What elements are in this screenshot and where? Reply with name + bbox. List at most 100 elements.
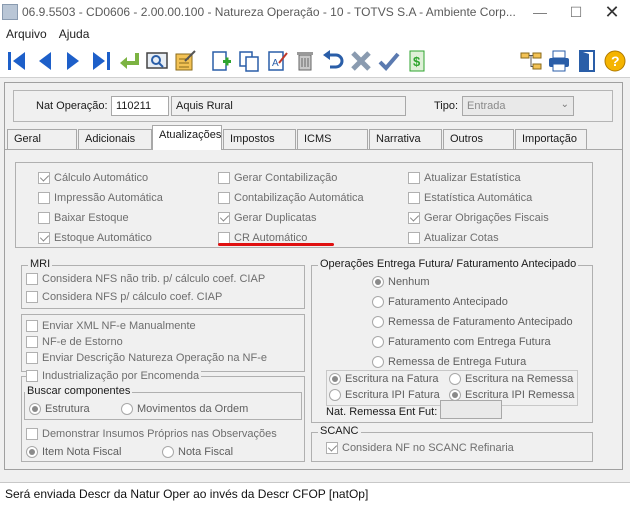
edit-record-icon[interactable]: A <box>264 48 290 74</box>
tab-impostos[interactable]: Impostos <box>223 129 296 149</box>
considera-nfs-checkbox[interactable]: Considera NFS p/ cálculo coef. CIAP <box>26 291 222 303</box>
buscar-componentes-title: Buscar componentes <box>25 385 133 397</box>
previous-record-icon[interactable] <box>32 48 58 74</box>
tab-geral[interactable]: Geral <box>7 129 77 149</box>
atualizar-estatistica-checkbox[interactable]: Atualizar Estatística <box>408 172 521 184</box>
nat-operacao-label: Nat Operação: <box>36 100 108 112</box>
minimize-icon[interactable]: — <box>522 0 558 24</box>
radio-dot <box>29 403 41 415</box>
gerar-contabilizacao-checkbox[interactable]: Gerar Contabilização <box>218 172 337 184</box>
estrutura-radio[interactable]: Estrutura <box>29 403 90 415</box>
faturamento-entrega-futura-radio[interactable]: Faturamento com Entrega Futura <box>372 336 551 348</box>
nenhum-radio[interactable]: Nenhum <box>372 276 430 288</box>
demonstrar-insumos-checkbox[interactable]: Demonstrar Insumos Próprios nas Observaç… <box>26 428 277 440</box>
mri-group: MRI Considera NFS não trib. p/ cálculo c… <box>21 258 305 309</box>
checkbox-box <box>26 336 38 348</box>
list-icon[interactable] <box>172 48 198 74</box>
checkbox-box <box>26 428 38 440</box>
exit-icon[interactable] <box>574 48 600 74</box>
tab-outros[interactable]: Outros <box>443 129 514 149</box>
radio-dot <box>372 356 384 368</box>
checkbox-box <box>38 232 50 244</box>
contabilizacao-automatica-checkbox[interactable]: Contabilização Automática <box>218 192 364 204</box>
maximize-icon[interactable]: ☐ <box>558 0 594 24</box>
svg-text:$: $ <box>413 54 421 69</box>
nat-remessa-input[interactable] <box>440 400 502 419</box>
enviar-descricao-natureza-checkbox[interactable]: Enviar Descrição Natureza Operação na NF… <box>26 352 267 364</box>
radio-dot <box>162 446 174 458</box>
tab-atualizacoes[interactable]: Atualizações <box>152 125 222 150</box>
tab-narrativa[interactable]: Narrativa <box>369 129 442 149</box>
title-bar: 06.9.5503 - CD0606 - 2.00.00.100 - Natur… <box>0 0 630 24</box>
menu-ajuda[interactable]: Ajuda <box>53 27 96 41</box>
header-group: Nat Operação: 110211 Aquis Rural Tipo: E… <box>13 90 613 122</box>
escritura-fatura-radio[interactable]: Escritura na Fatura <box>329 373 439 385</box>
nota-fiscal-radio[interactable]: Nota Fiscal <box>162 446 233 458</box>
nat-operacao-code-input[interactable]: 110211 <box>111 96 169 116</box>
considera-nf-scanc-checkbox[interactable]: Considera NF no SCANC Refinaria <box>326 442 514 454</box>
checkbox-box <box>218 212 230 224</box>
copy-record-icon[interactable] <box>236 48 262 74</box>
confirm-icon[interactable] <box>376 48 402 74</box>
calculo-automatico-checkbox[interactable]: Cálculo Automático <box>38 172 148 184</box>
print-icon[interactable] <box>546 48 572 74</box>
tab-importacao[interactable]: Importação <box>515 129 587 149</box>
tab-panel-atualizacoes: Cálculo Automático Impressão Automática … <box>5 149 622 469</box>
enviar-xml-nfe-checkbox[interactable]: Enviar XML NF-e Manualmente <box>26 320 196 332</box>
undo-icon[interactable] <box>320 48 346 74</box>
movimentos-ordem-radio[interactable]: Movimentos da Ordem <box>121 403 248 415</box>
first-record-icon[interactable] <box>4 48 30 74</box>
radio-dot <box>449 373 461 385</box>
faturamento-antecipado-radio[interactable]: Faturamento Antecipado <box>372 296 508 308</box>
tab-adicionais[interactable]: Adicionais <box>78 129 152 149</box>
chevron-down-icon: ⌄ <box>560 99 569 110</box>
escritura-ipi-fatura-radio[interactable]: Escritura IPI Fatura <box>329 389 440 401</box>
nfe-group: Enviar XML NF-e Manualmente NF-e de Esto… <box>21 314 305 372</box>
gerar-obrigacoes-fiscais-checkbox[interactable]: Gerar Obrigações Fiscais <box>408 212 549 224</box>
next-record-icon[interactable] <box>60 48 86 74</box>
entrega-futura-group: Operações Entrega Futura/ Faturamento An… <box>311 258 593 423</box>
tipo-select[interactable]: Entrada ⌄ <box>462 96 574 116</box>
currency-icon[interactable]: $ <box>404 48 430 74</box>
atualizar-cotas-checkbox[interactable]: Atualizar Cotas <box>408 232 499 244</box>
menu-bar: Arquivo Ajuda <box>0 24 630 44</box>
cancel-icon[interactable] <box>348 48 374 74</box>
remessa-faturamento-antecipado-radio[interactable]: Remessa de Faturamento Antecipado <box>372 316 573 328</box>
help-icon[interactable]: ? <box>602 48 628 74</box>
radio-dot <box>372 316 384 328</box>
radio-dot <box>121 403 133 415</box>
remessa-entrega-futura-radio[interactable]: Remessa de Entrega Futura <box>372 356 526 368</box>
tipo-label: Tipo: <box>434 100 459 112</box>
checkbox-box <box>26 320 38 332</box>
tab-icms[interactable]: ICMS <box>297 129 368 149</box>
checkbox-box <box>38 212 50 224</box>
entrega-futura-title: Operações Entrega Futura/ Faturamento An… <box>318 258 579 270</box>
nat-operacao-desc-input: Aquis Rural <box>171 96 406 116</box>
tree-icon[interactable] <box>518 48 544 74</box>
considera-nfs-nao-trib-checkbox[interactable]: Considera NFS não trib. p/ cálculo coef.… <box>26 273 265 285</box>
item-nota-fiscal-radio[interactable]: Item Nota Fiscal <box>26 446 121 458</box>
last-record-icon[interactable] <box>88 48 114 74</box>
search-icon[interactable] <box>144 48 170 74</box>
radio-dot <box>372 336 384 348</box>
new-record-icon[interactable] <box>208 48 234 74</box>
estatistica-automatica-checkbox[interactable]: Estatística Automática <box>408 192 532 204</box>
app-icon <box>2 4 18 20</box>
escritura-remessa-radio[interactable]: Escritura na Remessa <box>449 373 573 385</box>
industrializacao-encomenda-checkbox[interactable]: Industrialização por Encomenda <box>26 370 202 382</box>
checkbox-box <box>408 212 420 224</box>
nfe-estorno-checkbox[interactable]: NF-e de Estorno <box>26 336 123 348</box>
svg-text:A: A <box>272 58 279 69</box>
main-frame: Nat Operação: 110211 Aquis Rural Tipo: E… <box>4 82 623 470</box>
close-icon[interactable]: ✕ <box>594 0 630 24</box>
delete-icon[interactable] <box>292 48 318 74</box>
baixar-estoque-checkbox[interactable]: Baixar Estoque <box>38 212 129 224</box>
checkbox-box <box>26 352 38 364</box>
impressao-automatica-checkbox[interactable]: Impressão Automática <box>38 192 163 204</box>
atualizacoes-group: Cálculo Automático Impressão Automática … <box>15 162 593 248</box>
menu-arquivo[interactable]: Arquivo <box>0 27 53 41</box>
estoque-automatico-checkbox[interactable]: Estoque Automático <box>38 232 152 244</box>
goto-icon[interactable] <box>116 48 142 74</box>
gerar-duplicatas-checkbox[interactable]: Gerar Duplicatas <box>218 212 317 224</box>
radio-dot <box>26 446 38 458</box>
